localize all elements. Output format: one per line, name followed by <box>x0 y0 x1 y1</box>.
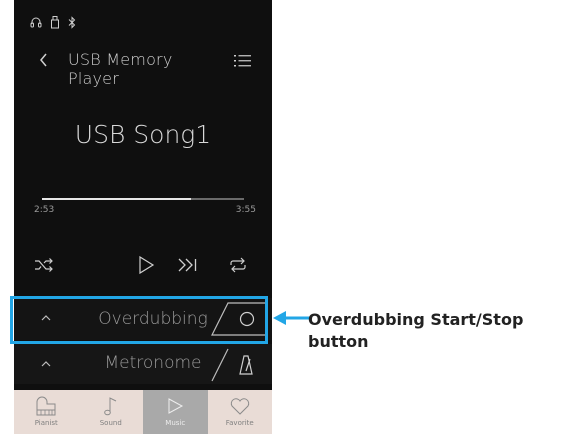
metronome-icon <box>211 348 253 382</box>
play-icon <box>139 255 155 275</box>
next-track-icon <box>178 258 197 272</box>
nav-label-sound: Sound <box>99 419 122 427</box>
headphones-icon <box>30 16 42 28</box>
progress-fill <box>42 198 192 200</box>
shuffle-icon <box>35 258 53 272</box>
next-track-button[interactable] <box>174 252 202 278</box>
nav-item-sound[interactable]: Sound <box>78 390 143 434</box>
chevron-up-icon <box>41 361 51 367</box>
metronome-label: Metronome <box>104 353 202 373</box>
song-title: USB Song1 <box>74 120 212 149</box>
shuffle-button[interactable] <box>30 252 58 278</box>
play-button[interactable] <box>132 252 160 278</box>
callout-text: Overdubbing Start/Stop button <box>308 309 560 353</box>
nav-label-music: Music <box>165 419 186 427</box>
song-list-button[interactable] <box>232 50 254 72</box>
piano-icon <box>36 396 56 416</box>
player-header: USB Memory Player <box>14 46 272 88</box>
nav-item-pianist[interactable]: Pianist <box>14 390 79 434</box>
progress-bar[interactable] <box>42 198 244 200</box>
playback-controls <box>14 250 272 280</box>
callout-line-2: button <box>308 332 369 351</box>
callout-highlight-box <box>10 296 268 344</box>
status-bar <box>30 12 76 32</box>
heart-icon <box>230 398 249 415</box>
nav-item-favorite[interactable]: Favorite <box>207 390 272 434</box>
phone-screen: USB Memory Player USB Song1 2:53 3:55 Ov… <box>14 0 272 434</box>
elapsed-time: 2:53 <box>34 205 55 215</box>
callout-arrow-icon <box>273 311 310 325</box>
bluetooth-icon <box>68 15 76 29</box>
music-note-icon <box>103 397 116 416</box>
metronome-expand-button[interactable] <box>36 354 56 374</box>
chevron-left-icon <box>40 53 47 67</box>
list-icon <box>234 55 251 67</box>
back-button[interactable] <box>32 46 54 74</box>
total-time: 3:55 <box>235 205 256 215</box>
bottom-nav: Pianist Sound Music Favorite <box>14 390 272 434</box>
metronome-start-stop-button[interactable] <box>210 347 268 383</box>
play-icon <box>168 398 184 414</box>
nav-label-pianist: Pianist <box>34 419 58 427</box>
repeat-button[interactable] <box>224 252 252 278</box>
nav-item-music[interactable]: Music <box>143 390 208 434</box>
usb-icon <box>50 15 60 29</box>
nav-label-favorite: Favorite <box>225 419 254 427</box>
callout-line-1: Overdubbing Start/Stop <box>308 310 524 329</box>
metronome-bar: Metronome <box>14 344 272 384</box>
header-title: USB Memory Player <box>68 50 173 88</box>
repeat-icon <box>230 257 246 273</box>
